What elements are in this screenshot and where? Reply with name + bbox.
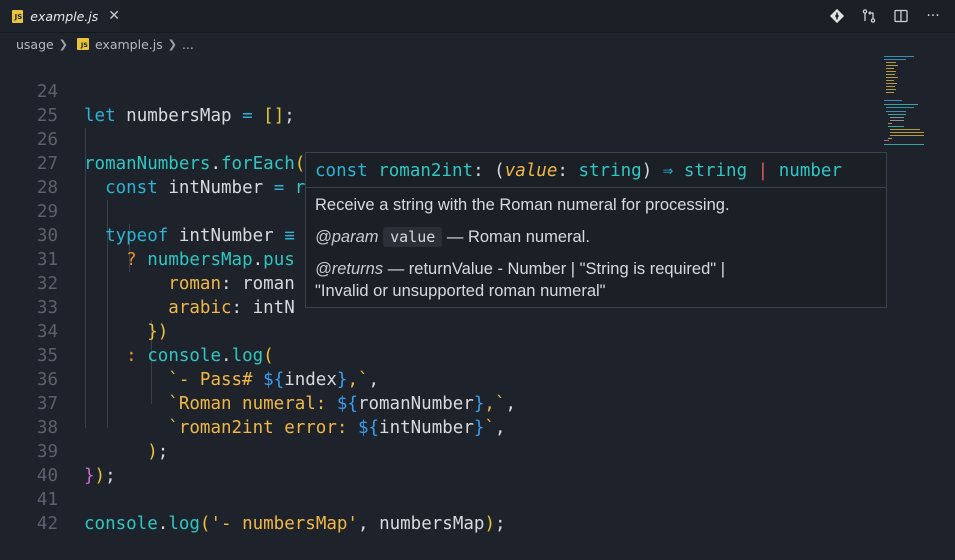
breadcrumb-folder[interactable]: usage bbox=[16, 37, 54, 52]
hover-param: @param value — Roman numeral. bbox=[315, 227, 590, 247]
code-line: 38 ); bbox=[0, 392, 880, 462]
hover-description: Receive a string with the Roman numeral … bbox=[315, 196, 730, 214]
more-actions-icon[interactable]: ··· bbox=[917, 0, 949, 32]
code-line: 24 let numbersMap = []; bbox=[0, 56, 880, 126]
hover-returns: @returns — returnValue - Number | "Strin… bbox=[315, 260, 725, 300]
code-line: 41 console.log('- numbersMap', numbersMa… bbox=[0, 464, 880, 534]
breadcrumb-file[interactable]: example.js bbox=[95, 37, 163, 52]
hover-divider bbox=[306, 187, 886, 188]
code-line: 39 }); bbox=[0, 416, 880, 486]
code-line: 26 romanNumbers.forEach((romanNumber, in… bbox=[0, 104, 880, 174]
editor-actions: ··· bbox=[821, 0, 949, 32]
js-file-icon: JS bbox=[76, 38, 89, 50]
hover-tooltip: const roman2int: (value: string) ⇒ strin… bbox=[305, 152, 887, 308]
code-line: 27 const intNumber = roman2int(romanNumb… bbox=[0, 128, 880, 198]
close-icon[interactable]: ✕ bbox=[108, 8, 120, 24]
open-changes-icon[interactable] bbox=[853, 0, 885, 32]
chevron-right-icon: ❯ bbox=[58, 37, 68, 51]
hover-signature: const roman2int: (value: string) ⇒ strin… bbox=[315, 161, 842, 181]
split-editor-icon[interactable] bbox=[885, 0, 917, 32]
minimap[interactable] bbox=[880, 56, 940, 146]
tab-label: example.js bbox=[30, 8, 99, 24]
chevron-right-icon: ❯ bbox=[167, 37, 177, 51]
tab-example-js[interactable]: JS example.js ✕ bbox=[0, 0, 120, 32]
code-line: 36 `Roman numeral: ${romanNumber},`, bbox=[0, 344, 880, 414]
code-line: 35 `- Pass# ${index},`, bbox=[0, 320, 880, 390]
code-line: 40 bbox=[0, 440, 880, 486]
js-file-icon: JS bbox=[12, 9, 24, 23]
code-line: 25 bbox=[0, 80, 880, 126]
code-line: 42 bbox=[0, 488, 880, 534]
hover-documentation: Receive a string with the Roman numeral … bbox=[315, 194, 875, 302]
breadcrumb: usage ❯ JS example.js ❯ ... bbox=[0, 33, 955, 55]
breadcrumb-symbol[interactable]: ... bbox=[182, 37, 194, 52]
git-compare-icon[interactable] bbox=[821, 0, 853, 32]
code-line: 37 `roman2int error: ${intNumber}`, bbox=[0, 368, 880, 438]
tab-bar: JS example.js ✕ ··· bbox=[0, 0, 955, 33]
